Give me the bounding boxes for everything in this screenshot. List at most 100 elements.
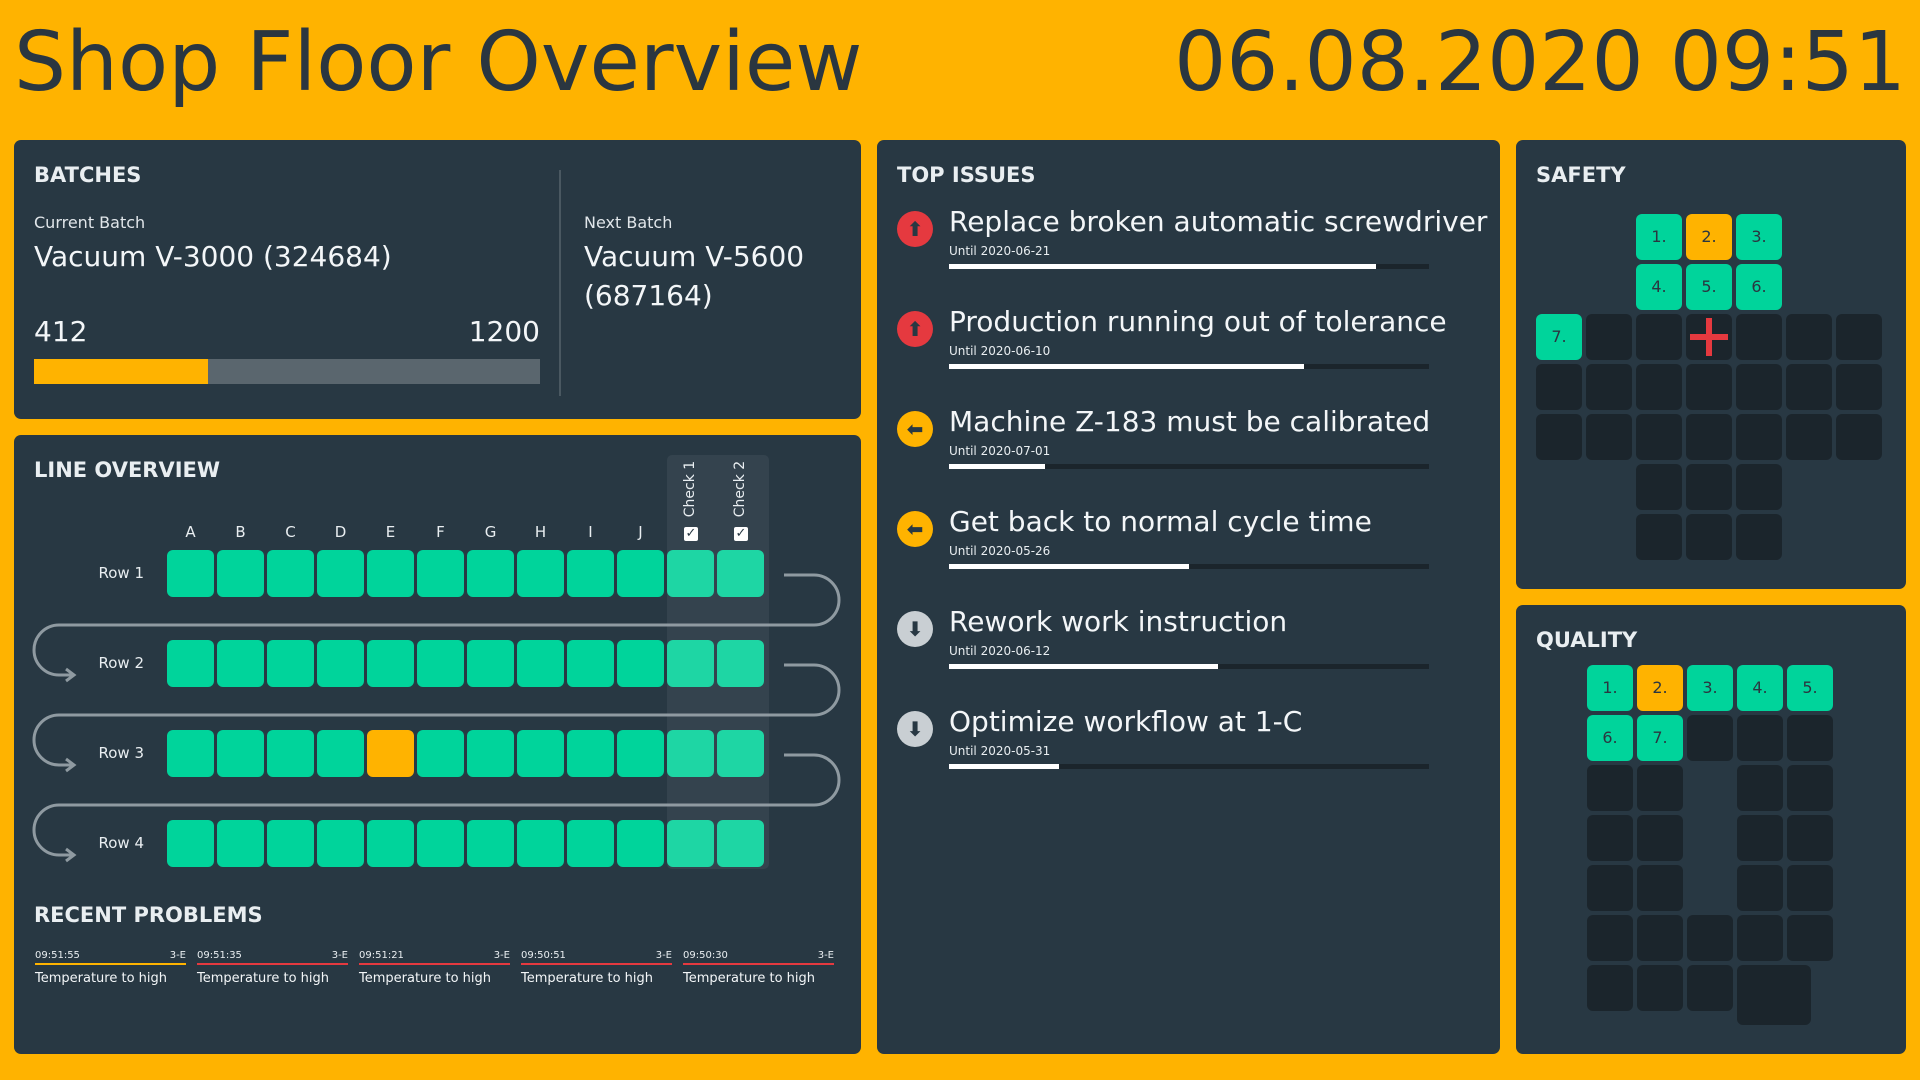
station-cell[interactable] — [217, 820, 264, 867]
station-cell[interactable] — [467, 640, 514, 687]
station-cell[interactable] — [267, 730, 314, 777]
quality-day-cell[interactable]: 3. — [1687, 665, 1733, 711]
quality-day-cell[interactable] — [1687, 965, 1733, 1011]
safety-day-cell[interactable] — [1736, 514, 1782, 560]
quality-day-cell[interactable] — [1737, 765, 1783, 811]
safety-day-cell[interactable] — [1686, 514, 1732, 560]
station-cell[interactable] — [267, 820, 314, 867]
safety-day-cell[interactable] — [1736, 414, 1782, 460]
safety-day-cell[interactable] — [1636, 464, 1682, 510]
station-cell[interactable] — [317, 820, 364, 867]
station-cell[interactable] — [617, 820, 664, 867]
safety-day-cell[interactable] — [1786, 364, 1832, 410]
safety-day-cell[interactable] — [1736, 314, 1782, 360]
station-cell[interactable] — [367, 550, 414, 597]
quality-day-cell[interactable]: 7. — [1637, 715, 1683, 761]
issue-title[interactable]: Get back to normal cycle time — [949, 505, 1372, 538]
quality-day-cell[interactable] — [1787, 765, 1833, 811]
station-cell[interactable] — [367, 730, 414, 777]
quality-day-cell[interactable] — [1637, 765, 1683, 811]
safety-day-cell[interactable]: 7. — [1536, 314, 1582, 360]
safety-day-cell[interactable] — [1836, 314, 1882, 360]
safety-day-cell[interactable] — [1636, 514, 1682, 560]
quality-day-cell[interactable] — [1737, 915, 1783, 961]
quality-day-cell[interactable] — [1687, 915, 1733, 961]
station-cell[interactable] — [367, 640, 414, 687]
safety-day-cell[interactable]: 4. — [1636, 264, 1682, 310]
quality-day-cell[interactable] — [1787, 815, 1833, 861]
station-cell[interactable] — [167, 640, 214, 687]
quality-day-cell[interactable]: 1. — [1587, 665, 1633, 711]
station-cell[interactable] — [217, 640, 264, 687]
station-cell[interactable] — [717, 730, 764, 777]
safety-day-cell[interactable] — [1836, 414, 1882, 460]
safety-day-cell[interactable] — [1786, 414, 1832, 460]
safety-day-cell[interactable] — [1736, 364, 1782, 410]
problem-item[interactable]: 09:51:35 3-E Temperature to high — [197, 950, 348, 986]
problem-item[interactable]: 09:51:21 3-E Temperature to high — [359, 950, 510, 986]
safety-day-cell[interactable] — [1686, 364, 1732, 410]
quality-day-cell[interactable]: 4. — [1737, 665, 1783, 711]
station-cell[interactable] — [367, 820, 414, 867]
station-cell[interactable] — [167, 730, 214, 777]
quality-day-cell[interactable] — [1587, 915, 1633, 961]
safety-day-cell[interactable]: 5. — [1686, 264, 1732, 310]
quality-day-cell[interactable] — [1737, 815, 1783, 861]
safety-day-cell[interactable] — [1586, 364, 1632, 410]
safety-day-cell[interactable] — [1536, 414, 1582, 460]
issue-title[interactable]: Replace broken automatic screwdriver — [949, 205, 1487, 238]
station-cell[interactable] — [717, 550, 764, 597]
station-cell[interactable] — [317, 730, 364, 777]
problem-item[interactable]: 09:50:51 3-E Temperature to high — [521, 950, 672, 986]
station-cell[interactable] — [567, 550, 614, 597]
station-cell[interactable] — [517, 640, 564, 687]
station-cell[interactable] — [517, 820, 564, 867]
safety-day-cell[interactable] — [1686, 414, 1732, 460]
issue-title[interactable]: Machine Z-183 must be calibrated — [949, 405, 1430, 438]
station-cell[interactable] — [167, 820, 214, 867]
safety-day-cell[interactable]: 1. — [1636, 214, 1682, 260]
quality-day-cell[interactable] — [1637, 815, 1683, 861]
station-cell[interactable] — [417, 640, 464, 687]
safety-day-cell[interactable] — [1786, 314, 1832, 360]
station-cell[interactable] — [667, 640, 714, 687]
quality-day-cell[interactable] — [1737, 865, 1783, 911]
quality-day-cell[interactable] — [1637, 865, 1683, 911]
quality-day-cell[interactable] — [1737, 965, 1811, 1025]
station-cell[interactable] — [667, 820, 714, 867]
quality-day-cell[interactable] — [1587, 865, 1633, 911]
station-cell[interactable] — [317, 550, 364, 597]
station-cell[interactable] — [717, 640, 764, 687]
station-cell[interactable] — [717, 820, 764, 867]
station-cell[interactable] — [567, 730, 614, 777]
station-cell[interactable] — [667, 550, 714, 597]
station-cell[interactable] — [417, 550, 464, 597]
safety-day-cell[interactable] — [1686, 464, 1732, 510]
safety-day-cell[interactable] — [1536, 364, 1582, 410]
issue-title[interactable]: Rework work instruction — [949, 605, 1287, 638]
station-cell[interactable] — [467, 730, 514, 777]
station-cell[interactable] — [417, 820, 464, 867]
quality-day-cell[interactable] — [1637, 915, 1683, 961]
quality-day-cell[interactable] — [1787, 915, 1833, 961]
problem-item[interactable]: 09:50:30 3-E Temperature to high — [683, 950, 834, 986]
station-cell[interactable] — [317, 640, 364, 687]
safety-day-cell[interactable] — [1636, 314, 1682, 360]
station-cell[interactable] — [417, 730, 464, 777]
quality-day-cell[interactable]: 2. — [1637, 665, 1683, 711]
station-cell[interactable] — [517, 550, 564, 597]
quality-day-cell[interactable] — [1787, 715, 1833, 761]
station-cell[interactable] — [217, 730, 264, 777]
station-cell[interactable] — [567, 820, 614, 867]
safety-day-cell[interactable] — [1636, 414, 1682, 460]
quality-day-cell[interactable] — [1587, 965, 1633, 1011]
safety-day-cell[interactable]: 3. — [1736, 214, 1782, 260]
safety-day-cell[interactable] — [1736, 464, 1782, 510]
station-cell[interactable] — [267, 550, 314, 597]
issue-title[interactable]: Production running out of tolerance — [949, 305, 1447, 338]
quality-day-cell[interactable]: 5. — [1787, 665, 1833, 711]
safety-day-cell[interactable]: 2. — [1686, 214, 1732, 260]
station-cell[interactable] — [617, 550, 664, 597]
quality-day-cell[interactable] — [1587, 815, 1633, 861]
station-cell[interactable] — [667, 730, 714, 777]
